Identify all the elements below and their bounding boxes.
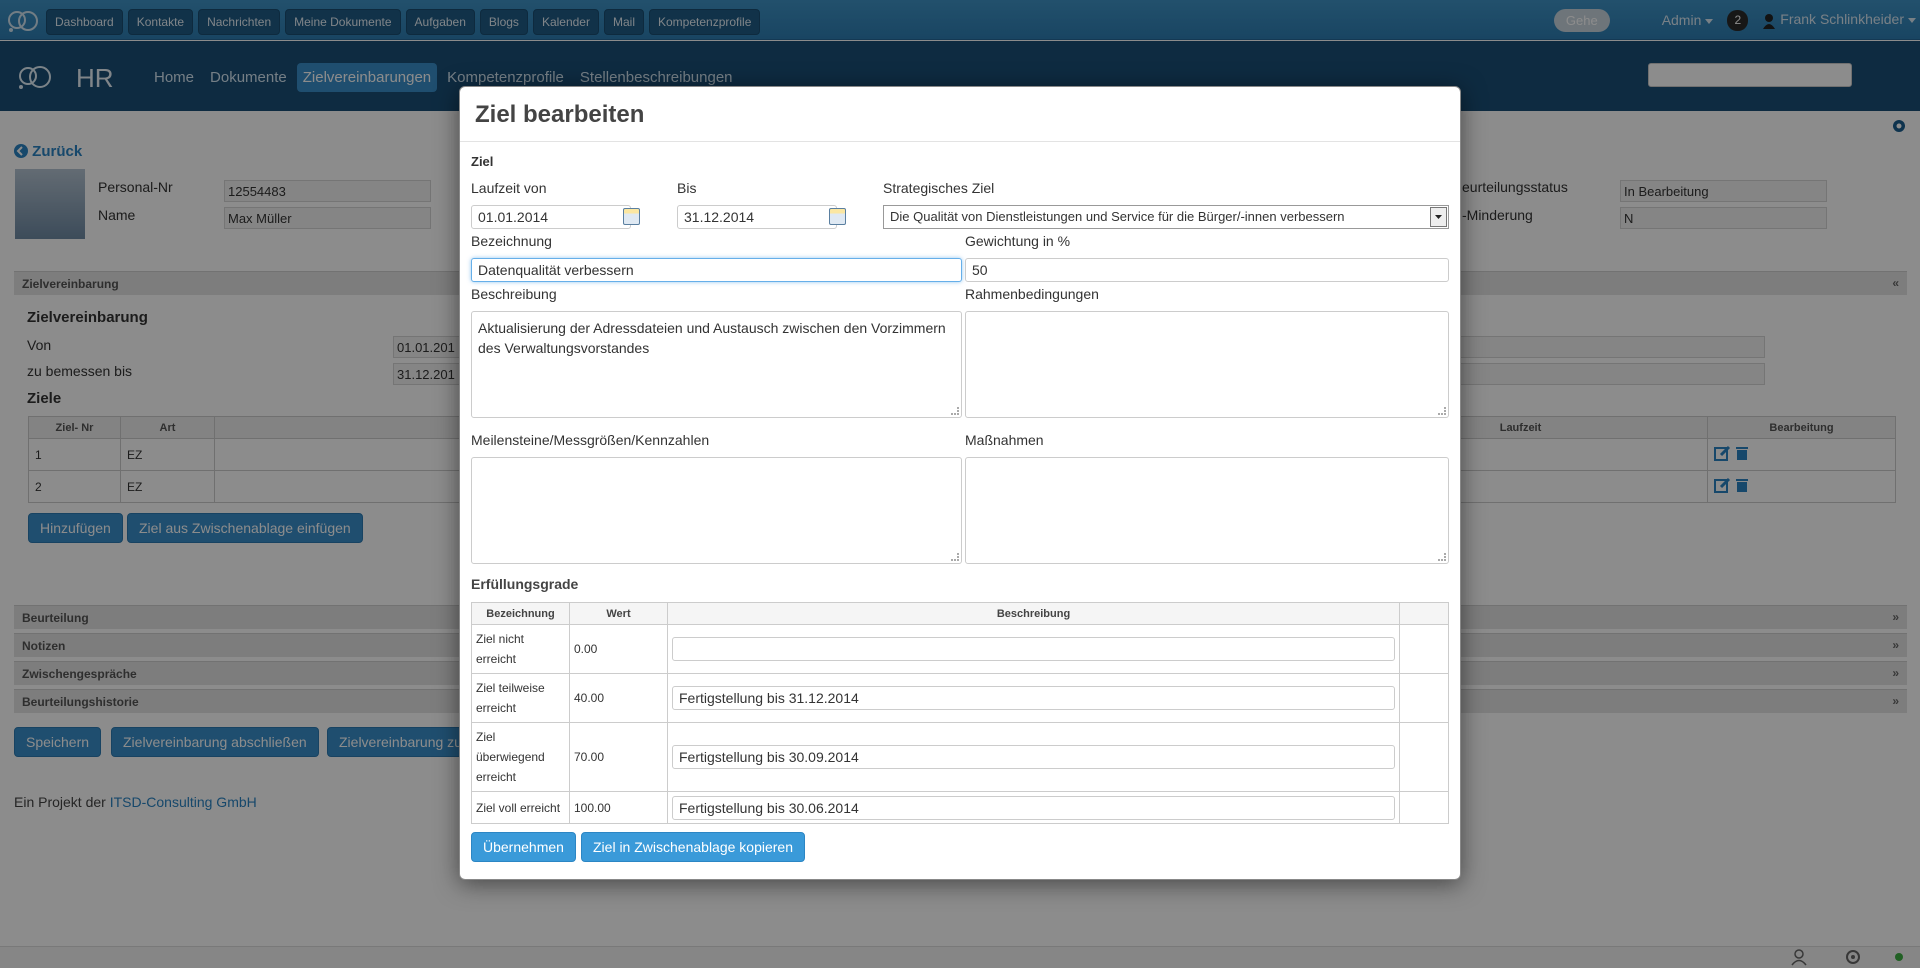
ziel-bearbeiten-dialog: Ziel bearbeiten Ziel Laufzeit von 01.01.… xyxy=(459,86,1461,880)
erfuellung-input[interactable]: Fertigstellung bis 31.12.2014 xyxy=(672,686,1395,710)
laufzeit-von-label: Laufzeit von xyxy=(471,180,547,196)
cell-beschreibung xyxy=(667,624,1400,674)
cell-wert: 0.00 xyxy=(569,624,668,674)
laufzeit-von-input[interactable]: 01.01.2014 xyxy=(471,205,631,229)
ziel-section-label: Ziel xyxy=(471,154,494,169)
copy-to-clipboard-button[interactable]: Ziel in Zwischenablage kopieren xyxy=(581,832,805,862)
col-empty xyxy=(1399,602,1449,625)
resize-handle-icon[interactable] xyxy=(951,553,959,561)
bezeichnung-input[interactable]: Datenqualität verbessern xyxy=(471,258,962,282)
divider xyxy=(460,141,1460,142)
strategisches-ziel-label: Strategisches Ziel xyxy=(883,180,995,196)
erfuellung-input[interactable]: Fertigstellung bis 30.09.2014 xyxy=(672,745,1395,769)
cell-wert: 40.00 xyxy=(569,673,668,723)
beschreibung-text: Aktualisierung der Adressdateien und Aus… xyxy=(478,320,946,356)
cell-wert: 70.00 xyxy=(569,722,668,792)
rahmenbedingungen-textarea[interactable] xyxy=(965,311,1449,418)
cell-beschreibung: Fertigstellung bis 30.09.2014 xyxy=(667,722,1400,792)
cell-bezeichnung: Ziel voll erreicht xyxy=(471,791,570,824)
cell-bezeichnung: Ziel teilweise erreicht xyxy=(471,673,570,723)
col-beschreibung: Beschreibung xyxy=(667,602,1400,625)
meilensteine-label: Meilensteine/Messgrößen/Kennzahlen xyxy=(471,432,710,448)
bis-input[interactable]: 31.12.2014 xyxy=(677,205,837,229)
erfuellungsgrade-title: Erfüllungsgrade xyxy=(471,576,579,592)
dropdown-button[interactable] xyxy=(1430,207,1447,227)
table-row: Ziel nicht erreicht 0.00 xyxy=(471,624,1449,674)
rahmenbedingungen-label: Rahmenbedingungen xyxy=(965,286,1099,302)
strategisches-ziel-select[interactable]: Die Qualität von Dienstleistungen und Se… xyxy=(883,205,1449,229)
table-row: Ziel voll erreicht 100.00 Fertigstellung… xyxy=(471,791,1449,824)
dialog-title: Ziel bearbeiten xyxy=(475,101,645,128)
cell-beschreibung: Fertigstellung bis 31.12.2014 xyxy=(667,673,1400,723)
cell-bezeichnung: Ziel überwiegend erreicht xyxy=(471,722,570,792)
cell-empty xyxy=(1399,624,1449,674)
bis-label: Bis xyxy=(677,180,697,196)
cell-beschreibung: Fertigstellung bis 30.06.2014 xyxy=(667,791,1400,824)
table-row: Ziel teilweise erreicht 40.00 Fertigstel… xyxy=(471,673,1449,723)
beschreibung-textarea[interactable]: Aktualisierung der Adressdateien und Aus… xyxy=(471,311,962,418)
cell-wert: 100.00 xyxy=(569,791,668,824)
resize-handle-icon[interactable] xyxy=(1438,553,1446,561)
massnahmen-label: Maßnahmen xyxy=(965,432,1044,448)
gewichtung-input[interactable]: 50 xyxy=(965,258,1449,282)
col-wert: Wert xyxy=(569,602,668,625)
erfuellung-input[interactable] xyxy=(672,637,1395,661)
resize-handle-icon[interactable] xyxy=(1438,407,1446,415)
erfuellung-input[interactable]: Fertigstellung bis 30.06.2014 xyxy=(672,795,1395,820)
apply-button[interactable]: Übernehmen xyxy=(471,832,576,862)
erfuellungsgrade-table: Bezeichnung Wert Beschreibung Ziel nicht… xyxy=(471,602,1449,824)
beschreibung-label: Beschreibung xyxy=(471,286,557,302)
table-row: Ziel überwiegend erreicht 70.00 Fertigst… xyxy=(471,722,1449,792)
massnahmen-textarea[interactable] xyxy=(965,457,1449,564)
table-header-row: Bezeichnung Wert Beschreibung xyxy=(471,602,1449,625)
cell-bezeichnung: Ziel nicht erreicht xyxy=(471,624,570,674)
cell-empty xyxy=(1399,791,1449,824)
bezeichnung-label: Bezeichnung xyxy=(471,233,552,249)
resize-handle-icon[interactable] xyxy=(951,407,959,415)
calendar-icon[interactable] xyxy=(623,208,640,225)
chevron-down-icon xyxy=(1435,215,1442,219)
calendar-icon[interactable] xyxy=(829,208,846,225)
meilensteine-textarea[interactable] xyxy=(471,457,962,564)
cell-empty xyxy=(1399,722,1449,792)
gewichtung-label: Gewichtung in % xyxy=(965,233,1071,249)
cell-empty xyxy=(1399,673,1449,723)
col-bezeichnung: Bezeichnung xyxy=(471,602,570,625)
